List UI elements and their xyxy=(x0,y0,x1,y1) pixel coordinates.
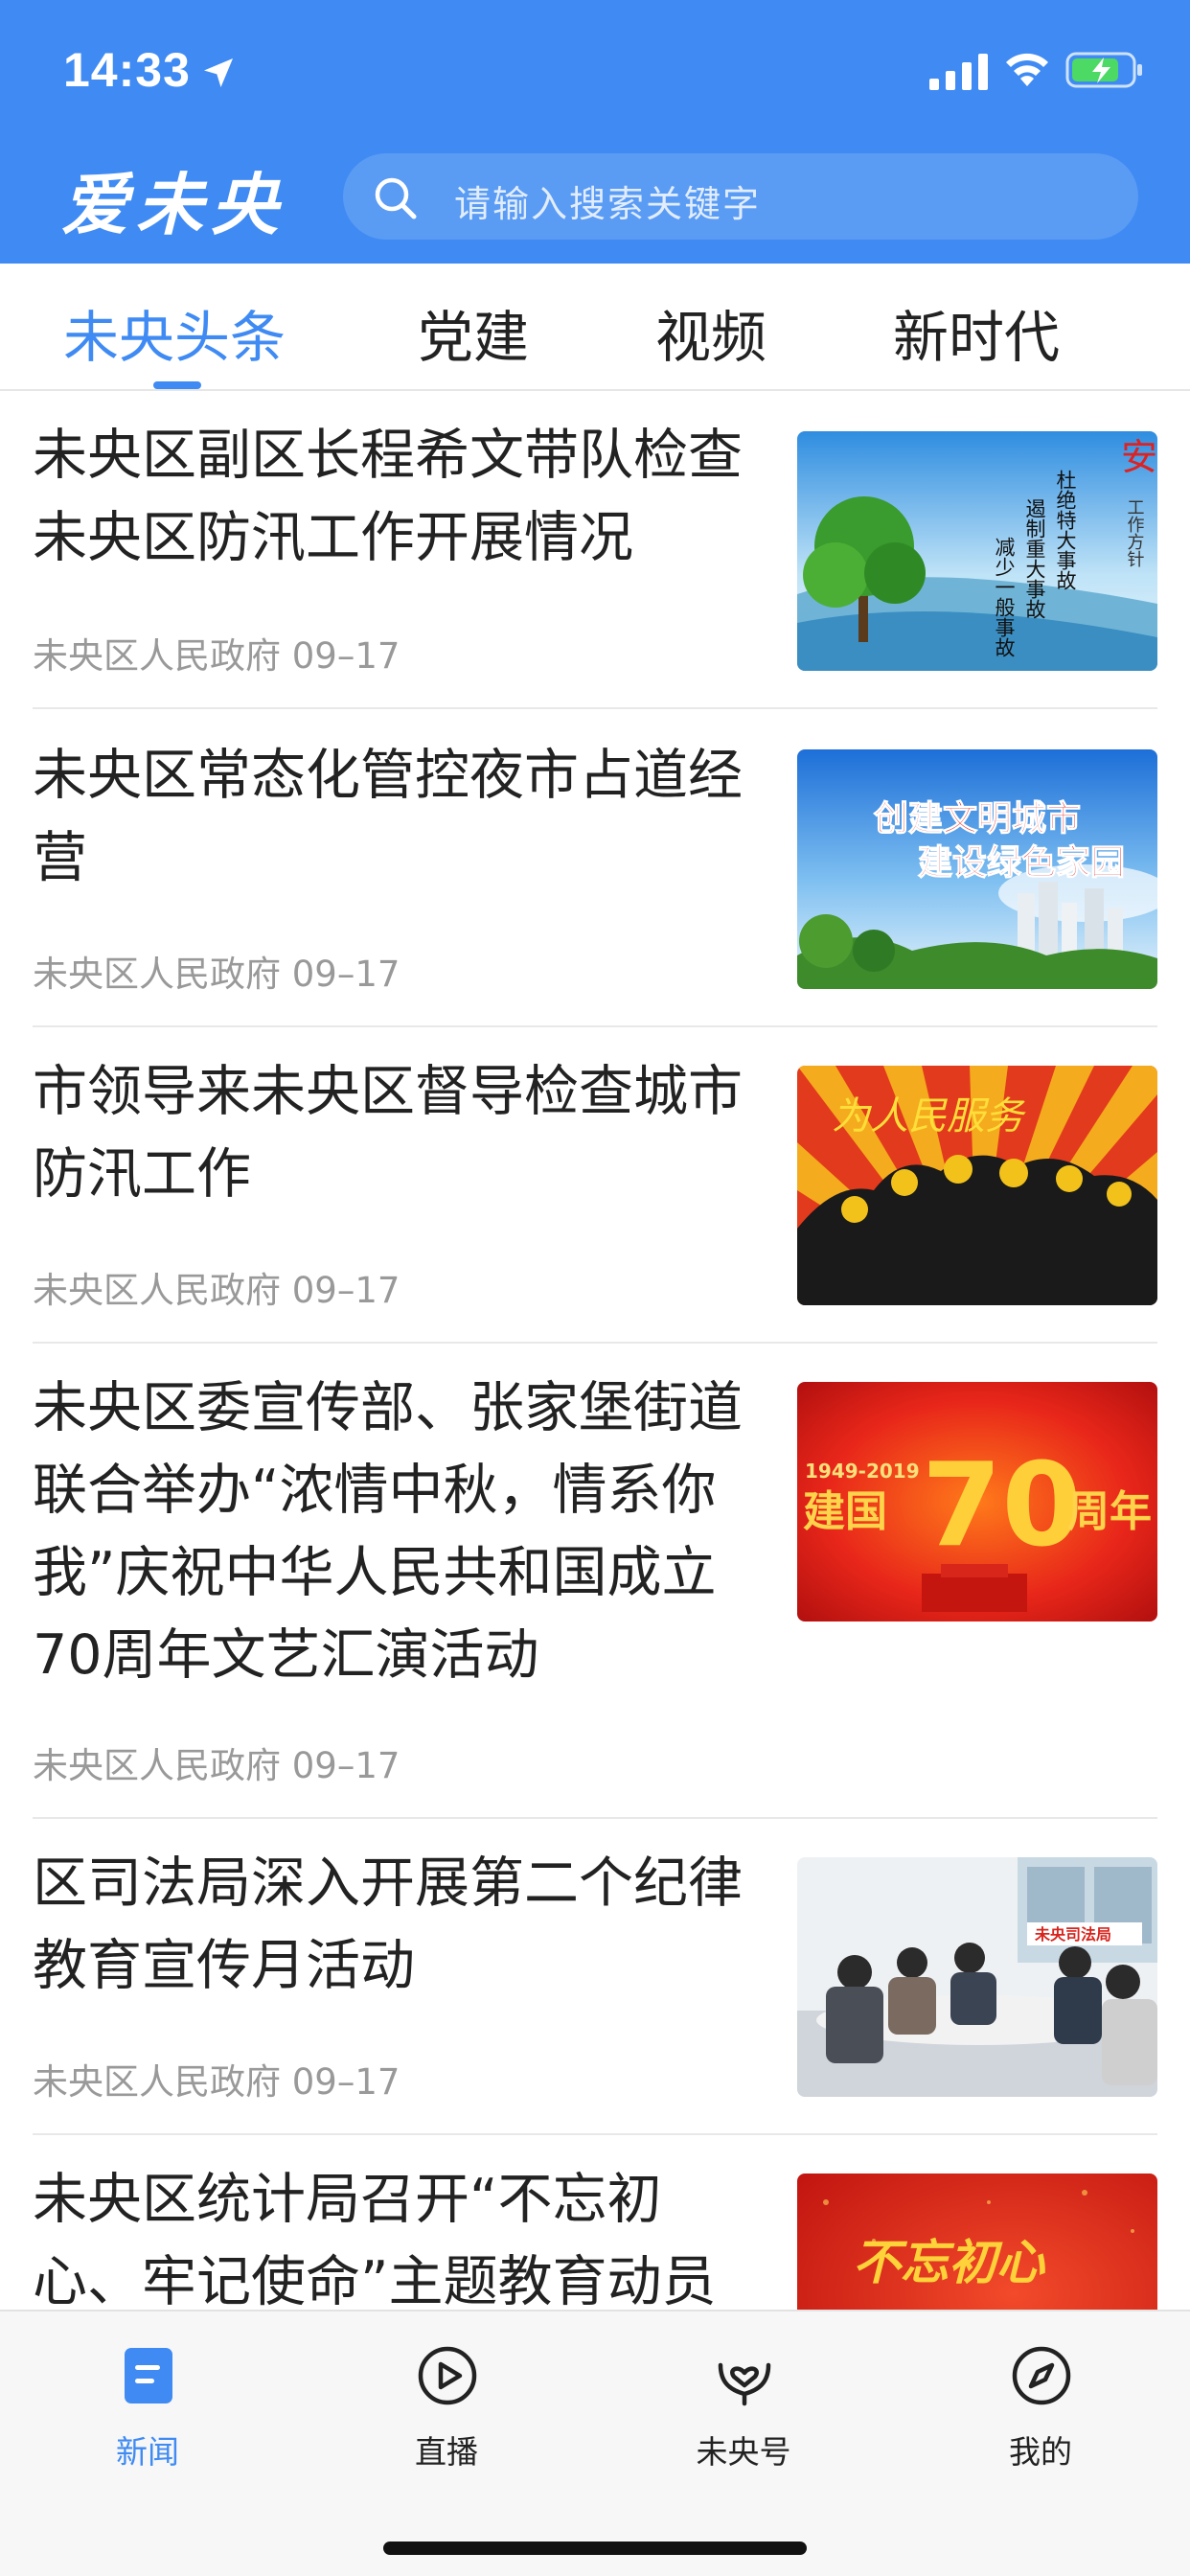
heart-hands-icon xyxy=(718,2362,771,2406)
thumbnail-text: 70 xyxy=(922,1439,1082,1573)
news-title[interactable]: 区司法局深入开展第二个纪律教育宣传月活动 xyxy=(33,1842,761,2007)
thumbnail-image: 不忘初心 xyxy=(797,2174,1157,2315)
category-tabs: 未央头条 党建 视频 新时代 xyxy=(0,264,1190,391)
news-title[interactable]: 未央区常态化管控夜市占道经营 xyxy=(33,734,761,899)
app-logo: 爱未央 xyxy=(61,165,286,244)
news-thumbnail[interactable]: 为人民服务 xyxy=(797,1066,1157,1305)
tab-new-era[interactable]: 新时代 xyxy=(893,292,1060,373)
home-indicator[interactable] xyxy=(383,2542,807,2555)
news-item[interactable]: 未央区统计局召开“不忘初心、牢记使命”主题教育动员 不忘初心 xyxy=(0,2133,1190,2315)
active-tab-indicator xyxy=(153,381,201,389)
nav-mine[interactable]: 我的 xyxy=(964,2340,1117,2474)
nav-news-label: 新闻 xyxy=(116,2433,179,2471)
wifi-icon xyxy=(1006,53,1048,86)
thumbnail-text: 建设绿色家园 xyxy=(918,843,1125,883)
thumbnail-image: 为人民服务 xyxy=(797,1066,1157,1305)
nav-live[interactable]: 直播 xyxy=(370,2340,523,2474)
nav-news[interactable]: 新闻 xyxy=(71,2340,224,2474)
tab-video[interactable]: 视频 xyxy=(655,292,767,373)
search-icon xyxy=(375,177,417,219)
news-source: 未央区人民政府 09–17 xyxy=(33,2061,400,2103)
thumbnail-text: 安 xyxy=(1121,436,1157,478)
news-thumbnail[interactable]: 1949-2019 建国 70 周年 xyxy=(797,1382,1157,1622)
news-title[interactable]: 未央区统计局召开“不忘初心、牢记使命”主题教育动员 xyxy=(33,2158,761,2315)
search-input[interactable]: 请输入搜索关键字 xyxy=(343,153,1138,240)
thumbnail-image: 1949-2019 建国 70 周年 xyxy=(797,1382,1157,1622)
search-placeholder: 请输入搜索关键字 xyxy=(454,183,762,225)
nav-weiyang-hao-label: 未央号 xyxy=(696,2433,791,2471)
news-source: 未央区人民政府 09–17 xyxy=(33,954,400,995)
news-source: 未央区人民政府 09–17 xyxy=(33,635,400,677)
news-title[interactable]: 未央区副区长程希文带队检查未央区防汛工作开展情况 xyxy=(33,414,761,579)
news-source: 未央区人民政府 09–17 xyxy=(33,1270,400,1311)
thumbnail-text: 不忘初心 xyxy=(853,2234,1046,2290)
news-item[interactable]: 未央区副区长程希文带队检查未央区防汛工作开展情况 未央区人民政府 09–17 杜… xyxy=(0,391,1190,709)
thumbnail-image: 未央司法局 xyxy=(797,1857,1157,2097)
news-thumbnail[interactable]: 杜绝特大事故 遏制重大事故 减少一般事故 安 工作方针 xyxy=(797,431,1157,671)
thumbnail-text: 建国 xyxy=(803,1487,887,1536)
thumbnail-image: 创建文明城市 建设绿色家园 xyxy=(797,749,1157,989)
thumbnail-text: 杜绝特大事故 xyxy=(1054,470,1077,590)
bottom-tab-bar: 新闻 直播 未央号 我的 xyxy=(0,2310,1190,2576)
news-item[interactable]: 未央区委宣传部、张家堡街道联合举办“浓情中秋，情系你我”庆祝中华人民共和国成立7… xyxy=(0,1342,1190,1819)
app-header: 14:33 爱未央 请输入搜索关键字 xyxy=(0,0,1190,264)
news-item[interactable]: 区司法局深入开展第二个纪律教育宣传月活动 未央区人民政府 09–17 未央司法局 xyxy=(0,1817,1190,2135)
nav-live-label: 直播 xyxy=(415,2433,478,2471)
tab-party-building[interactable]: 党建 xyxy=(418,292,529,373)
thumbnail-text: 工作方针 xyxy=(1125,498,1145,567)
news-title[interactable]: 未央区委宣传部、张家堡街道联合举办“浓情中秋，情系你我”庆祝中华人民共和国成立7… xyxy=(33,1367,761,1696)
news-thumbnail[interactable]: 不忘初心 xyxy=(797,2174,1157,2315)
thumbnail-text: 创建文明城市 xyxy=(874,799,1081,839)
thumbnail-image: 杜绝特大事故 遏制重大事故 减少一般事故 安 工作方针 xyxy=(797,431,1157,671)
thumbnail-text: 遏制重大事故 xyxy=(1023,498,1046,619)
location-arrow-icon xyxy=(204,58,233,87)
thumbnail-text: 减少一般事故 xyxy=(993,537,1016,657)
thumbnail-text: 周年 xyxy=(1067,1487,1152,1536)
thumbnail-text: 1949-2019 xyxy=(805,1460,920,1483)
tab-headlines[interactable]: 未央头条 xyxy=(63,292,286,373)
news-item[interactable]: 市领导来未央区督导检查城市防汛工作 未央区人民政府 09–17 为人民服务 xyxy=(0,1025,1190,1344)
cellular-signal-icon xyxy=(929,54,988,90)
news-thumbnail[interactable]: 创建文明城市 建设绿色家园 xyxy=(797,749,1157,989)
compass-icon xyxy=(1012,2346,1071,2405)
nav-mine-label: 我的 xyxy=(1009,2433,1072,2471)
nav-weiyang-hao[interactable]: 未央号 xyxy=(667,2340,820,2474)
status-bar: 14:33 xyxy=(0,0,1190,144)
news-item[interactable]: 未央区常态化管控夜市占道经营 未央区人民政府 09–17 创建文明城市 建设绿色… xyxy=(0,709,1190,1027)
news-thumbnail[interactable]: 未央司法局 xyxy=(797,1857,1157,2097)
status-time: 14:33 xyxy=(63,43,191,97)
thumbnail-text: 未央司法局 xyxy=(1034,1925,1111,1944)
battery-charging-icon xyxy=(1065,52,1142,88)
thumbnail-text: 为人民服务 xyxy=(832,1094,1026,1138)
news-title[interactable]: 市领导来未央区督导检查城市防汛工作 xyxy=(33,1050,761,1215)
news-icon xyxy=(125,2348,172,2404)
play-circle-icon xyxy=(418,2346,477,2405)
news-source: 未央区人民政府 09–17 xyxy=(33,1745,400,1786)
